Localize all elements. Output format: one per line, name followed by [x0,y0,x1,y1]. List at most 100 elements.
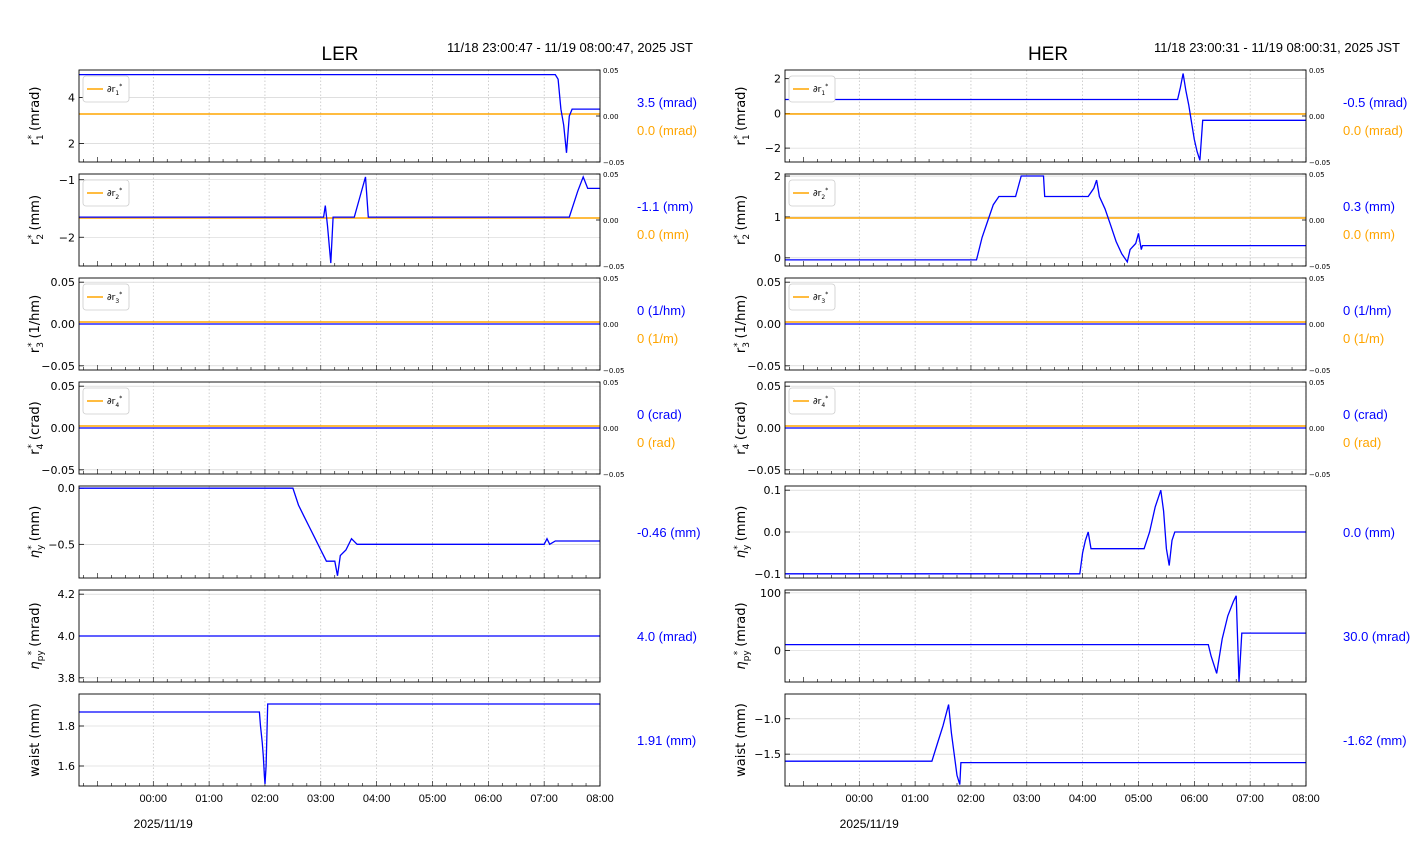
date-label: 2025/11/19 [134,817,193,831]
y-axis-label: ηy*(mm) [733,506,752,559]
x-tick-label: 07:00 [1236,793,1264,805]
value-readout: 30.0 (mrad) [1343,629,1410,644]
y-axis-label-text: waist (mm) [28,703,43,777]
y-tick-label: 0.1 [764,484,782,497]
y-tick-label: 0.00 [757,422,782,435]
right-tick-label: −0.05 [1309,471,1330,479]
value-readout: 0 (1/hm) [637,303,685,318]
legend: ∂r1* [82,75,130,103]
series-line [79,703,600,785]
value-readout: 0 (crad) [1343,407,1388,422]
y-tick-label: −1.5 [754,748,781,761]
panel-1: 2 4 0.05 0.00 −0.05 ∂r1* r1*(mrad) 3.5 (mrad) 0.… [27,67,697,167]
chart-title: LER [322,44,359,65]
y-tick-label: 1.8 [58,720,76,733]
panel-4: −0.05 0.00 0.05 0.05 0.00 −0.05 ∂r4* r4*(crad) 0… [733,379,1388,479]
y-tick-label: −1.0 [754,713,781,726]
y-tick-label: −0.5 [48,538,75,551]
y-axis-label-text: ηy*(mm) [733,506,752,559]
reference-readout: 0 (1/m) [1343,331,1384,346]
x-tick-label: 08:00 [1292,793,1320,805]
right-tick-label: 0.05 [1309,379,1325,387]
y-axis-label-text: r3*(1/hm) [733,295,752,353]
y-tick-label: 0.00 [51,318,76,331]
right-tick-label: 0.05 [603,275,619,283]
x-tick-label: 08:00 [586,793,614,805]
value-readout: -0.5 (mrad) [1343,95,1407,110]
y-tick-label: 4.0 [58,630,76,643]
value-readout: 3.5 (mrad) [637,95,697,110]
y-axis-label-text: ηy*(mm) [27,506,46,559]
y-tick-label: 4.2 [58,588,76,601]
legend: ∂r3* [82,283,130,311]
right-tick-label: 0.00 [603,425,619,433]
right-tick-label: 0.00 [1309,217,1325,225]
y-tick-label: −0.05 [747,360,781,373]
right-tick-label: 0.05 [603,171,619,179]
legend: ∂r2* [82,179,130,207]
y-tick-label: 1.6 [58,760,76,773]
y-tick-label: 2 [774,170,781,183]
series-line [79,175,600,264]
panel-4: −0.05 0.00 0.05 0.05 0.00 −0.05 ∂r4* r4*(crad) 0… [27,379,682,479]
y-tick-label: 0.00 [757,318,782,331]
y-axis-label: waist (mm) [28,703,43,777]
right-tick-label: 0.05 [1309,275,1325,283]
right-tick-label: 0.05 [603,67,619,75]
x-tick-label: 02:00 [957,793,985,805]
y-tick-label: −0.05 [747,464,781,477]
x-tick-label: 07:00 [530,793,558,805]
legend: ∂r3* [788,283,836,311]
value-readout: 0 (crad) [637,407,682,422]
y-axis-label-text: r4*(crad) [733,401,752,454]
chart-subtitle: 11/18 23:00:47 - 11/19 08:00:47, 2025 JS… [447,40,693,55]
reference-readout: 0.0 (mrad) [637,123,697,138]
panel-3: −0.05 0.00 0.05 0.05 0.00 −0.05 ∂r3* r3*(1/hm) 0… [27,275,685,375]
panel-frame [784,589,1307,683]
right-tick-label: −0.05 [603,159,624,167]
reference-readout: 0.0 (mrad) [1343,123,1403,138]
y-axis-label: r4*(crad) [27,401,46,454]
y-axis-label-text: r1*(mrad) [27,87,46,146]
x-tick-label: 00:00 [140,793,168,805]
legend: ∂r1* [788,75,836,103]
figure: LER 11/18 23:00:47 - 11/19 08:00:47, 2025… [27,40,1410,831]
y-tick-label: 3.8 [58,672,76,685]
y-tick-label: −1 [59,174,75,187]
y-tick-label: 0.00 [51,422,76,435]
x-tick-label: 05:00 [1125,793,1153,805]
value-readout: -1.62 (mm) [1343,733,1407,748]
right-tick-label: 0.00 [1309,425,1325,433]
panel-frame [78,173,601,267]
x-tick-label: 01:00 [901,793,929,805]
panel-6: 0 100 ηpy*(mrad) 30.0 (mrad) [733,587,1410,683]
series-line [785,704,1306,785]
y-axis-label: waist (mm) [734,703,749,777]
panel-frame [784,693,1307,787]
y-axis-label-text: ηpy*(mrad) [733,602,752,669]
series-line [785,73,1306,161]
value-readout: -1.1 (mm) [637,199,693,214]
y-tick-label: 100 [760,587,781,600]
right-tick-label: 0.05 [1309,171,1325,179]
y-axis-label: r1*(mrad) [733,87,752,146]
panel-3: −0.05 0.00 0.05 0.05 0.00 −0.05 ∂r3* r3*(1/hm) 0… [733,275,1391,375]
x-tick-label: 00:00 [846,793,874,805]
y-axis-label-text: r2*(mm) [27,195,46,245]
legend: ∂r2* [788,179,836,207]
y-tick-label: 0 [774,252,781,265]
x-tick-label: 04:00 [363,793,391,805]
y-tick-label: −0.05 [41,464,75,477]
y-tick-label: 0.0 [58,482,76,495]
x-tick-label: 05:00 [419,793,447,805]
y-tick-label: 0 [774,107,781,120]
panel-5: −0.1 0.0 0.1 ηy*(mm) 0.0 (mm) [733,484,1395,581]
y-tick-label: 0.05 [757,276,782,289]
x-tick-label: 06:00 [475,793,503,805]
y-axis-label-text: r3*(1/hm) [27,295,46,353]
date-label: 2025/11/19 [840,817,899,831]
y-axis-label-text: r4*(crad) [27,401,46,454]
legend: ∂r4* [82,387,130,415]
y-axis-label: r2*(mm) [733,195,752,245]
y-axis-label: r4*(crad) [733,401,752,454]
